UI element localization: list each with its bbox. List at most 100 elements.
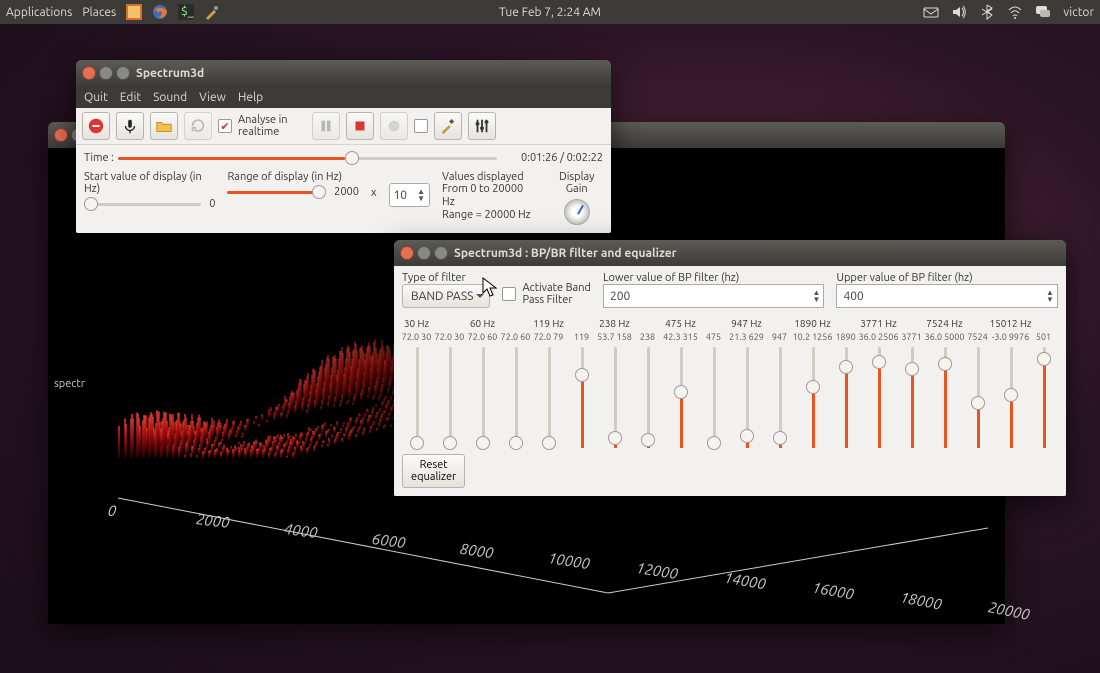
band-values-label: 72.0 60 (501, 332, 531, 344)
equalizer-button[interactable] (468, 112, 496, 140)
band-slider[interactable] (1004, 347, 1018, 448)
mail-icon[interactable] (923, 4, 939, 20)
reload-button[interactable] (184, 112, 212, 140)
band-slider[interactable] (509, 347, 523, 448)
gnome-panel: Applications Places $_ Tue Feb 7, 2:24 A… (0, 0, 1100, 24)
maximize-button[interactable] (434, 246, 448, 260)
analyse-realtime-checkbox[interactable] (218, 119, 232, 133)
lower-bp-input[interactable]: 200▲▼ (603, 284, 825, 308)
band-slider[interactable] (476, 347, 490, 448)
toolbar-checkbox[interactable] (414, 119, 428, 133)
band-slider[interactable] (641, 347, 655, 448)
range-slider[interactable] (227, 183, 326, 201)
record-stop-button[interactable] (346, 112, 374, 140)
close-button[interactable] (54, 128, 68, 142)
launcher-icon-1[interactable] (126, 4, 142, 20)
reset-equalizer-button[interactable]: Reset equalizer (402, 454, 465, 488)
eq-band-2: 60 Hz 72.0 60 (468, 318, 497, 448)
eq-band-7: 238 (633, 318, 662, 448)
analyse-realtime-label: Analyse in realtime (238, 114, 288, 138)
band-values-label: 475 (706, 332, 721, 344)
band-slider[interactable] (773, 347, 787, 448)
time-slider[interactable] (118, 149, 497, 167)
band-slider[interactable] (806, 347, 820, 448)
network-icon[interactable] (1007, 4, 1023, 20)
band-slider[interactable] (575, 347, 589, 448)
color-picker-button[interactable] (434, 112, 462, 140)
launcher-icon-terminal[interactable]: $_ (178, 4, 194, 20)
minimize-button[interactable] (99, 66, 113, 80)
maximize-button[interactable] (116, 66, 130, 80)
band-slider[interactable] (542, 347, 556, 448)
start-value-label: Start value of display (in Hz) (84, 171, 215, 195)
band-slider[interactable] (872, 347, 886, 448)
user-menu[interactable]: victor (1063, 6, 1094, 19)
band-hz-label: 60 Hz (470, 318, 495, 332)
band-values-label: 238 (640, 332, 655, 344)
band-hz-label: 30 Hz (404, 318, 429, 332)
activate-bandpass-label: Activate Band Pass Filter (522, 282, 591, 306)
close-button[interactable] (82, 66, 96, 80)
band-values-label: 947 (772, 332, 787, 344)
spectrum3d-main-window: Spectrum3d QuitEditSoundViewHelp Analyse… (76, 60, 611, 233)
band-values-label: 1890 (835, 332, 855, 344)
filter-type-label: Type of filter (402, 272, 490, 284)
launcher-icon-tool[interactable] (204, 4, 220, 20)
band-slider[interactable] (938, 347, 952, 448)
volume-icon[interactable] (951, 4, 967, 20)
menu-quit[interactable]: Quit (84, 91, 108, 104)
close-button[interactable] (400, 246, 414, 260)
menu-sound[interactable]: Sound (153, 91, 187, 104)
mic-button[interactable] (116, 112, 144, 140)
time-label: Time : (84, 152, 114, 164)
band-values-label: 36.0 2506 (859, 332, 899, 344)
window-title: Spectrum3d : BP/BR filter and equalizer (454, 247, 677, 260)
y-axis-label: spectr (54, 378, 85, 390)
multiplier-spinbox[interactable]: 10▲▼ (389, 183, 431, 207)
band-values-label: 42.3 315 (663, 332, 698, 344)
launcher-icon-firefox[interactable] (152, 4, 168, 20)
band-slider[interactable] (443, 347, 457, 448)
start-value-slider[interactable] (84, 195, 201, 213)
stop-button[interactable] (82, 112, 110, 140)
eq-band-5: 119 (567, 318, 596, 448)
record-button[interactable] (380, 112, 408, 140)
band-slider[interactable] (674, 347, 688, 448)
menu-applications[interactable]: Applications (6, 6, 72, 19)
eq-band-0: 30 Hz 72.0 30 (402, 318, 431, 448)
time-readout: 0:01:26 / 0:02:22 (501, 152, 603, 164)
menu-help[interactable]: Help (238, 91, 263, 104)
band-slider[interactable] (905, 347, 919, 448)
clock[interactable]: Tue Feb 7, 2:24 AM (499, 6, 601, 19)
eq-band-9: 475 (699, 318, 728, 448)
multiplier-x-label: x (371, 187, 377, 199)
band-slider[interactable] (740, 347, 754, 448)
band-slider[interactable] (608, 347, 622, 448)
band-slider[interactable] (839, 347, 853, 448)
band-slider[interactable] (410, 347, 424, 448)
eq-band-11: 947 (765, 318, 794, 448)
eq-band-18: 15012 Hz -3.0 9976 (996, 318, 1025, 448)
minimize-button[interactable] (417, 246, 431, 260)
open-file-button[interactable] (150, 112, 178, 140)
values-displayed-header: Values displayed (442, 171, 538, 183)
band-slider[interactable] (1037, 347, 1051, 448)
start-value-readout: 0 (209, 198, 215, 210)
band-slider[interactable] (971, 347, 985, 448)
band-values-label: 72.0 79 (534, 332, 564, 344)
band-slider[interactable] (707, 347, 721, 448)
band-hz-label: 119 Hz (533, 318, 564, 332)
menu-places[interactable]: Places (82, 6, 116, 19)
eq-band-15: 3771 (897, 318, 926, 448)
activate-bandpass-checkbox[interactable] (502, 287, 516, 301)
band-hz-label: 1890 Hz (794, 318, 830, 332)
upper-bp-input[interactable]: 400▲▼ (836, 284, 1058, 308)
bluetooth-icon[interactable] (979, 4, 995, 20)
menu-edit[interactable]: Edit (120, 91, 141, 104)
display-gain-knob[interactable] (564, 199, 590, 225)
filter-type-combo[interactable]: BAND PASS (402, 284, 490, 308)
pause-button[interactable] (312, 112, 340, 140)
chat-icon[interactable] (1035, 4, 1051, 20)
band-values-label: 10.2 1256 (793, 332, 833, 344)
menu-view[interactable]: View (199, 91, 226, 104)
